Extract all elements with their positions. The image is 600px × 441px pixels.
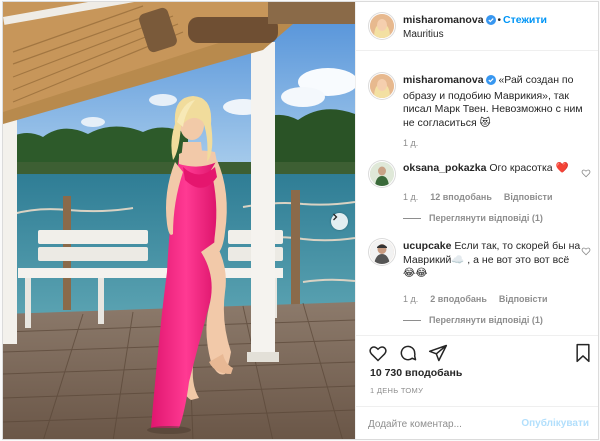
likes-count[interactable]: 10 730 вподобань <box>370 367 462 379</box>
post-header: misharomanova • Стежити Mauritius <box>356 2 598 51</box>
caption-username[interactable]: misharomanova <box>403 74 484 86</box>
post-side-panel: misharomanova • Стежити Mauritius mishar… <box>355 2 598 439</box>
post-photo[interactable] <box>3 2 355 439</box>
comment-like-heart-icon[interactable] <box>581 168 591 181</box>
photo-scene <box>3 2 355 439</box>
comment-like-heart-icon[interactable] <box>581 246 591 259</box>
caption-time[interactable]: 1 д. <box>403 137 418 151</box>
add-comment-bar: Опублікувати <box>356 406 598 439</box>
comment-meta: 1 д. 12 вподобань Відповісти <box>403 191 578 205</box>
verified-badge-icon <box>485 15 496 28</box>
bookmark-icon[interactable] <box>574 343 592 366</box>
view-replies-label: Переглянути відповіді (1) <box>429 213 543 223</box>
page-background: misharomanova • Стежити Mauritius mishar… <box>0 0 600 441</box>
caption-body: misharomanova «Рай создан по образу и по… <box>403 74 593 151</box>
chevron-right-icon <box>333 213 338 221</box>
comment-body: oksana_pokazka Ого красотка ❤️ 1 д. 12 в… <box>403 162 578 226</box>
comment-likes[interactable]: 12 вподобань <box>430 191 492 205</box>
heart-icon[interactable] <box>368 343 388 366</box>
view-replies-label: Переглянути відповіді (1) <box>429 315 543 325</box>
commenter-username[interactable]: ucupcake <box>403 240 451 252</box>
view-replies-button[interactable]: Переглянути відповіді (1) <box>403 314 581 328</box>
comment-text: Ого красотка ❤️ <box>489 162 569 174</box>
caption-avatar[interactable] <box>370 74 394 98</box>
comment-icon[interactable] <box>398 343 418 366</box>
commenter-username[interactable]: oksana_pokazka <box>403 162 486 174</box>
commenter-avatar[interactable] <box>370 162 394 186</box>
reply-button[interactable]: Відповісти <box>499 293 548 307</box>
header-title-row: misharomanova • Стежити <box>403 14 547 28</box>
comment-time[interactable]: 1 д. <box>403 293 418 307</box>
follow-button[interactable]: Стежити <box>503 14 547 26</box>
commenter-avatar[interactable] <box>370 240 394 264</box>
reply-button[interactable]: Відповісти <box>504 191 553 205</box>
post-actions: 10 730 вподобань 1 ДЕНЬ ТОМУ <box>356 335 598 415</box>
replies-divider <box>403 320 421 322</box>
post-dialog: misharomanova • Стежити Mauritius mishar… <box>2 1 599 440</box>
publish-button[interactable]: Опублікувати <box>521 418 589 429</box>
post-location[interactable]: Mauritius <box>403 29 444 40</box>
comments-list[interactable]: misharomanova «Рай создан по образу и по… <box>356 52 598 336</box>
comment-body: ucupcake Если так, то скорей бы на Маври… <box>403 240 581 328</box>
next-photo-button[interactable] <box>331 213 348 230</box>
comment-time[interactable]: 1 д. <box>403 191 418 205</box>
separator-dot: • <box>497 15 502 26</box>
author-username[interactable]: misharomanova <box>403 14 484 26</box>
share-icon[interactable] <box>428 343 448 366</box>
comment-input[interactable] <box>368 416 518 432</box>
comment-meta: 1 д. 2 вподобань Відповісти <box>403 293 581 307</box>
author-avatar[interactable] <box>370 14 394 38</box>
replies-divider <box>403 218 421 220</box>
view-replies-button[interactable]: Переглянути відповіді (1) <box>403 212 578 226</box>
comment-likes[interactable]: 2 вподобань <box>430 293 487 307</box>
verified-badge-icon <box>485 75 496 90</box>
caption-meta: 1 д. <box>403 137 593 151</box>
posted-time[interactable]: 1 ДЕНЬ ТОМУ <box>370 386 423 395</box>
